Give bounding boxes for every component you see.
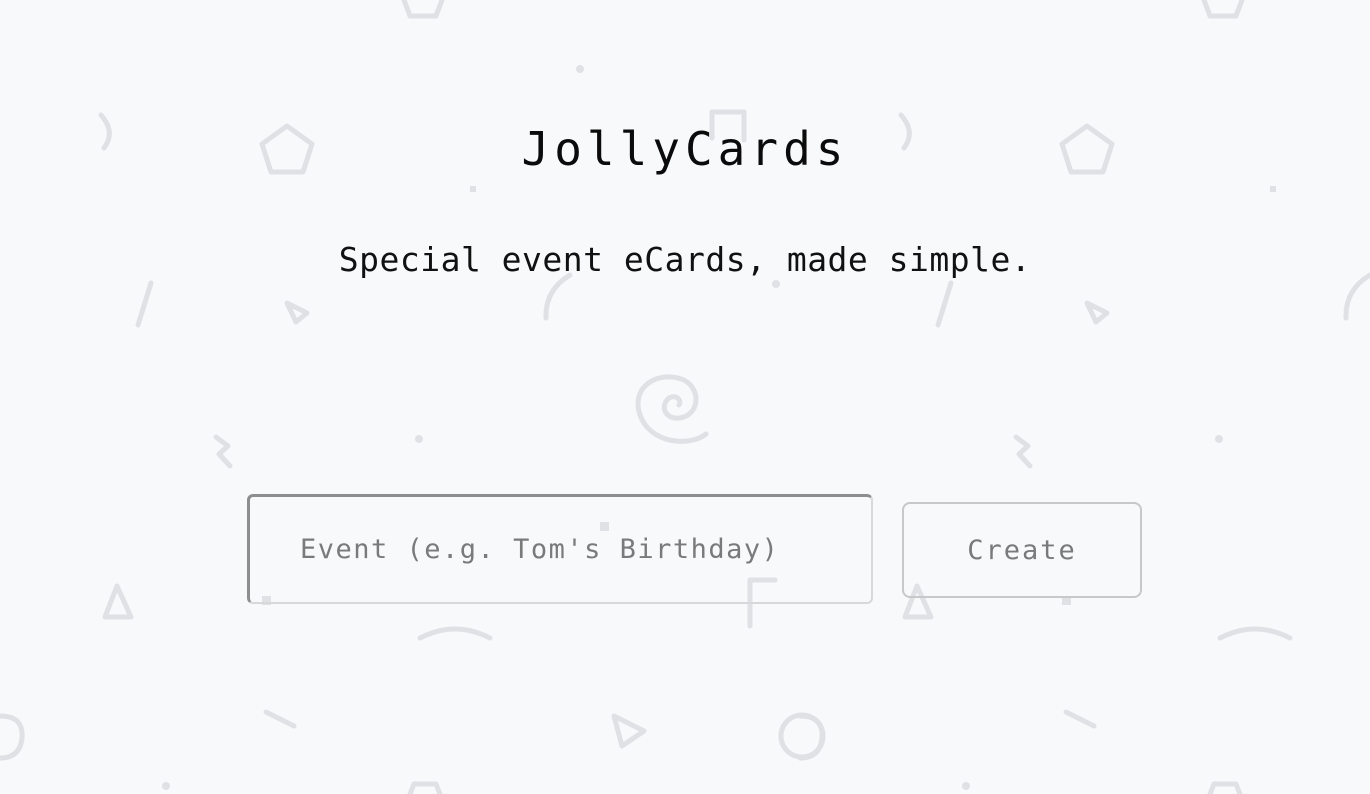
create-button[interactable]: Create bbox=[902, 502, 1142, 598]
tagline: Special event eCards, made simple. bbox=[338, 240, 1032, 279]
event-name-input[interactable] bbox=[247, 494, 873, 604]
landing-page: JollyCards Special event eCards, made si… bbox=[0, 0, 1370, 794]
app-title: JollyCards bbox=[521, 122, 849, 176]
